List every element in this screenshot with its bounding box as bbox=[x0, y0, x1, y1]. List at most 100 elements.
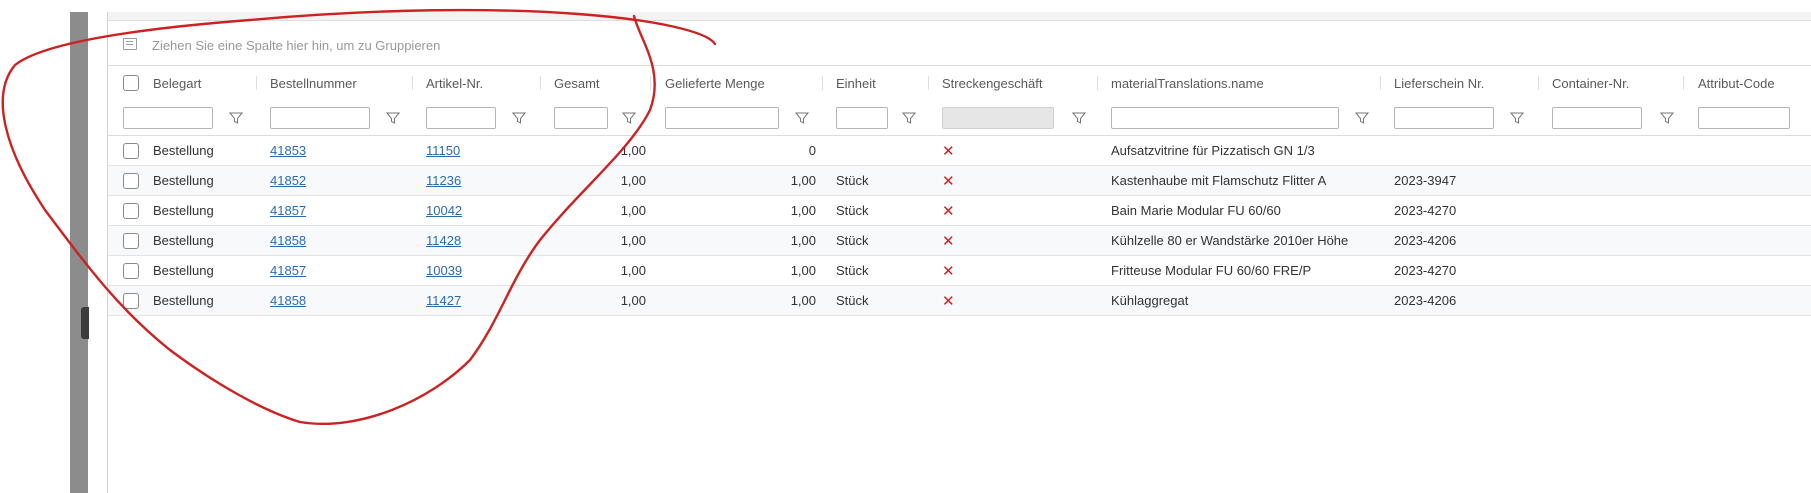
cell-streckengeschaeft: ✕ bbox=[942, 256, 955, 285]
filter-cell-gesamt bbox=[554, 101, 636, 135]
cell-belegart: Bestellung bbox=[153, 203, 214, 218]
filter-cell-material-name bbox=[1111, 101, 1369, 135]
bestellnummer-link[interactable]: 41857 bbox=[270, 263, 306, 278]
group-panel[interactable]: Ziehen Sie eine Spalte hier hin, um zu G… bbox=[108, 21, 1811, 66]
cell-einheit: Stück bbox=[836, 233, 869, 248]
header-gesamt[interactable]: Gesamt bbox=[554, 66, 644, 100]
row-checkbox[interactable] bbox=[123, 172, 139, 189]
table-row[interactable]: Bestellung 41857 10042 1,00 1,00 Stück ✕… bbox=[108, 196, 1811, 226]
column-separator[interactable] bbox=[822, 76, 823, 90]
table-row[interactable]: Bestellung 41853 11150 1,00 0 ✕ Aufsatzv… bbox=[108, 136, 1811, 166]
cell-belegart: Bestellung bbox=[153, 143, 214, 158]
filter-icon[interactable] bbox=[795, 111, 809, 125]
cell-lieferschein-nr: 2023-4270 bbox=[1394, 263, 1457, 278]
filter-icon[interactable] bbox=[229, 111, 243, 125]
data-grid: Ziehen Sie eine Spalte hier hin, um zu G… bbox=[107, 12, 1811, 493]
header-label: Bestellnummer bbox=[270, 75, 357, 91]
filter-icon[interactable] bbox=[902, 111, 916, 125]
cell-artikel-nr: 11236 bbox=[426, 166, 461, 195]
header-belegart[interactable]: Belegart bbox=[153, 66, 243, 100]
header-gelieferte-menge[interactable]: Gelieferte Menge bbox=[665, 66, 815, 100]
select-all-checkbox[interactable] bbox=[123, 75, 139, 91]
filter-input-gesamt[interactable] bbox=[554, 107, 608, 129]
cell-artikel-nr: 10039 bbox=[426, 256, 462, 285]
row-checkbox[interactable] bbox=[123, 142, 139, 159]
column-separator[interactable] bbox=[1097, 76, 1098, 90]
filter-input-bestellnummer[interactable] bbox=[270, 107, 370, 129]
bestellnummer-link[interactable]: 41858 bbox=[270, 293, 306, 308]
cell-belegart: Bestellung bbox=[153, 173, 214, 188]
cell-gelieferte-menge: 1,00 bbox=[790, 203, 816, 218]
bestellnummer-link[interactable]: 41853 bbox=[270, 143, 306, 158]
cell-bestellnummer: 41857 bbox=[270, 196, 306, 225]
column-separator[interactable] bbox=[256, 76, 257, 90]
cell-gesamt: 1,00 bbox=[620, 233, 646, 248]
filter-icon[interactable] bbox=[1660, 111, 1674, 125]
cell-material-name: Bain Marie Modular FU 60/60 bbox=[1111, 203, 1281, 218]
header-lieferschein-nr[interactable]: Lieferschein Nr. bbox=[1394, 66, 1534, 100]
filter-icon[interactable] bbox=[512, 111, 526, 125]
filter-input-material-name[interactable] bbox=[1111, 107, 1339, 129]
filter-input-lieferschein-nr[interactable] bbox=[1394, 107, 1494, 129]
header-label: Belegart bbox=[153, 75, 202, 91]
table-row[interactable]: Bestellung 41858 11427 1,00 1,00 Stück ✕… bbox=[108, 286, 1811, 316]
header-streckengeschaeft[interactable]: Streckengeschäft bbox=[942, 66, 1092, 100]
filter-input-artikel-nr[interactable] bbox=[426, 107, 496, 129]
cell-bestellnummer: 41857 bbox=[270, 256, 306, 285]
filter-input-attribut-code[interactable] bbox=[1698, 107, 1790, 129]
table-row[interactable]: Bestellung 41857 10039 1,00 1,00 Stück ✕… bbox=[108, 256, 1811, 286]
row-select-cell bbox=[123, 286, 139, 315]
row-checkbox[interactable] bbox=[123, 232, 139, 249]
left-collapse-handle[interactable] bbox=[81, 307, 89, 339]
header-artikel-nr[interactable]: Artikel-Nr. bbox=[426, 66, 526, 100]
artikel-nr-link[interactable]: 11150 bbox=[426, 143, 460, 158]
column-separator[interactable] bbox=[650, 76, 651, 90]
column-separator[interactable] bbox=[928, 76, 929, 90]
column-separator[interactable] bbox=[412, 76, 413, 90]
cell-einheit: Stück bbox=[836, 203, 869, 218]
cell-bestellnummer: 41858 bbox=[270, 286, 306, 315]
filter-icon[interactable] bbox=[1510, 111, 1524, 125]
filter-icon[interactable] bbox=[1072, 111, 1086, 125]
filter-icon[interactable] bbox=[622, 111, 636, 125]
artikel-nr-link[interactable]: 10042 bbox=[426, 203, 462, 218]
filter-input-container-nr[interactable] bbox=[1552, 107, 1642, 129]
header-einheit[interactable]: Einheit bbox=[836, 66, 926, 100]
column-separator[interactable] bbox=[1683, 76, 1684, 90]
column-separator[interactable] bbox=[1538, 76, 1539, 90]
cell-gesamt: 1,00 bbox=[620, 143, 646, 158]
filter-input-belegart[interactable] bbox=[123, 107, 213, 129]
cell-artikel-nr: 11427 bbox=[426, 286, 461, 315]
bestellnummer-link[interactable]: 41858 bbox=[270, 233, 306, 248]
artikel-nr-link[interactable]: 11427 bbox=[426, 293, 461, 308]
filter-icon[interactable] bbox=[386, 111, 400, 125]
header-material-name[interactable]: materialTranslations.name bbox=[1111, 66, 1371, 100]
grid-body: Bestellung 41853 11150 1,00 0 ✕ Aufsatzv… bbox=[108, 136, 1811, 316]
row-checkbox[interactable] bbox=[123, 262, 139, 279]
cell-belegart: Bestellung bbox=[153, 293, 214, 308]
filter-cell-einheit bbox=[836, 101, 916, 135]
cell-material-name: Kühlzelle 80 er Wandstärke 2010er Höhe bbox=[1111, 233, 1349, 248]
cell-bestellnummer: 41853 bbox=[270, 136, 306, 165]
header-bestellnummer[interactable]: Bestellnummer bbox=[270, 66, 390, 100]
bestellnummer-link[interactable]: 41857 bbox=[270, 203, 306, 218]
row-checkbox[interactable] bbox=[123, 202, 139, 219]
filter-cell-gelieferte-menge bbox=[665, 101, 809, 135]
column-separator[interactable] bbox=[540, 76, 541, 90]
artikel-nr-link[interactable]: 10039 bbox=[426, 263, 462, 278]
filter-input-gelieferte-menge[interactable] bbox=[665, 107, 779, 129]
row-checkbox[interactable] bbox=[123, 292, 139, 309]
column-separator[interactable] bbox=[1380, 76, 1381, 90]
table-row[interactable]: Bestellung 41852 11236 1,00 1,00 Stück ✕… bbox=[108, 166, 1811, 196]
cell-artikel-nr: 11150 bbox=[426, 136, 460, 165]
bestellnummer-link[interactable]: 41852 bbox=[270, 173, 306, 188]
artikel-nr-link[interactable]: 11236 bbox=[426, 173, 461, 188]
table-row[interactable]: Bestellung 41858 11428 1,00 1,00 Stück ✕… bbox=[108, 226, 1811, 256]
filter-input-einheit[interactable] bbox=[836, 107, 888, 129]
filter-icon[interactable] bbox=[1355, 111, 1369, 125]
header-attribut-code[interactable]: Attribut-Code bbox=[1698, 66, 1811, 100]
filter-cell-lieferschein-nr bbox=[1394, 101, 1524, 135]
header-label: Gelieferte Menge bbox=[665, 75, 765, 91]
header-container-nr[interactable]: Container-Nr. bbox=[1552, 66, 1682, 100]
artikel-nr-link[interactable]: 11428 bbox=[426, 233, 461, 248]
